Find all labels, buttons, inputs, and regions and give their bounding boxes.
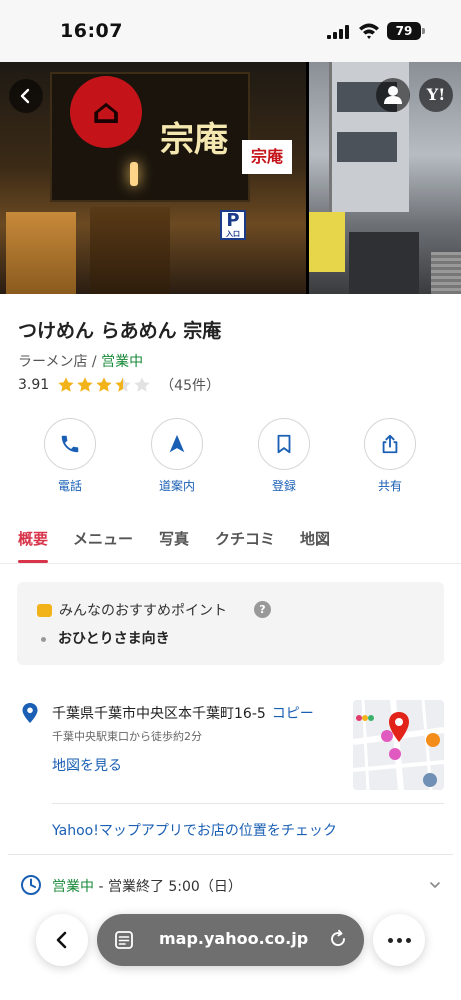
action-row: 電話 道案内 登録 共有 — [0, 418, 461, 498]
share-label: 共有 — [377, 479, 402, 493]
chevron-down-icon[interactable] — [428, 878, 442, 892]
tab-overview[interactable]: 概要 — [18, 528, 48, 549]
shop-category-line: ラーメン店 / 営業中 — [18, 351, 143, 371]
star-icon — [115, 377, 131, 392]
directions-label: 道案内 — [158, 479, 195, 493]
signboard-text: 宗庵 — [160, 120, 228, 160]
tab-photos[interactable]: 写真 — [159, 528, 189, 549]
copy-address-link[interactable]: コピー — [272, 706, 314, 722]
building-window — [337, 132, 397, 162]
directions-button[interactable] — [151, 418, 203, 470]
rating-stars — [57, 376, 152, 394]
rating-row[interactable]: 3.91 （45件） — [18, 375, 220, 395]
recommend-heading-row: みんなのおすすめポイント — [37, 600, 227, 620]
yellow-sign — [309, 212, 345, 272]
business-hours[interactable]: 営業中 - 営業終了 5:00（日） — [52, 876, 242, 896]
battery-tip — [422, 28, 425, 34]
app-promo-link[interactable]: Yahoo!マップアプリでお店の位置をチェック — [52, 820, 337, 840]
recommend-heading: みんなのおすすめポイント — [59, 603, 227, 619]
chevron-left-icon — [56, 931, 67, 949]
map-thumbnail — [353, 700, 444, 790]
wifi-icon — [359, 23, 379, 39]
mini-map[interactable] — [353, 700, 444, 790]
phone-icon — [61, 435, 79, 453]
yahoo-button[interactable]: Y! — [419, 78, 453, 112]
star-icon — [58, 377, 74, 392]
walking-distance: 千葉中央駅東口から徒歩約2分 — [52, 730, 202, 743]
dot-icon — [396, 937, 402, 943]
call-label: 電話 — [57, 479, 82, 493]
storefront-photo[interactable]: ⌂ 宗庵 宗庵 P 入口 — [0, 62, 306, 294]
rating-score: 3.91 — [18, 377, 50, 393]
battery-indicator: 79 — [387, 22, 421, 40]
directions-action[interactable]: 道案内 — [137, 418, 217, 494]
tab-reviews[interactable]: クチコミ — [215, 528, 275, 549]
clock-icon — [21, 875, 41, 895]
status-time: 16:07 — [60, 20, 123, 42]
address-bar[interactable]: map.yahoo.co.jp — [97, 914, 364, 966]
shop-door — [90, 207, 170, 294]
shop-category[interactable]: ラーメン店 — [18, 354, 87, 370]
chat-bubble-icon — [37, 603, 52, 617]
lamp — [130, 162, 138, 186]
tab-bar: 概要 メニュー 写真 クチコミ 地図 — [0, 522, 461, 564]
location-pin-icon — [22, 703, 38, 723]
call-action[interactable]: 電話 — [30, 418, 110, 494]
active-tab-indicator — [18, 560, 48, 563]
reload-icon[interactable] — [328, 929, 348, 949]
dot-icon — [405, 937, 411, 943]
address-line: 千葉県千葉市中央区本千葉町16-5 コピー — [52, 703, 314, 723]
share-icon — [382, 434, 398, 454]
recommend-box: みんなのおすすめポイント ? おひとりさま向き — [17, 582, 444, 665]
more-options-button[interactable] — [373, 914, 425, 966]
shop-window — [6, 212, 76, 294]
navigate-icon — [169, 434, 185, 453]
share-action[interactable]: 共有 — [350, 418, 430, 494]
bullet-icon — [41, 636, 46, 642]
hours-status: 営業中 — [52, 879, 94, 895]
divider — [8, 854, 453, 855]
signal-icon — [327, 25, 349, 39]
address-text: 千葉県千葉市中央区本千葉町16-5 — [52, 706, 266, 722]
status-bar: 16:07 79 — [0, 0, 461, 62]
recommend-item-text: おひとりさま向き — [58, 631, 170, 647]
save-label: 登録 — [271, 479, 296, 493]
star-icon — [134, 377, 150, 392]
shop-name: つけめん らあめん 宗庵 — [18, 320, 222, 342]
save-action[interactable]: 登録 — [244, 418, 324, 494]
parking-sub: 入口 — [226, 230, 240, 238]
page-menu-icon[interactable] — [114, 930, 134, 950]
divider — [52, 803, 444, 804]
lantern-sign: 宗庵 — [242, 140, 292, 174]
tab-map[interactable]: 地図 — [300, 528, 330, 549]
shop-entrance — [349, 232, 419, 294]
shop-logo: ⌂ — [70, 76, 142, 148]
back-button[interactable] — [9, 79, 43, 113]
hours-detail: - 営業終了 5:00（日） — [94, 879, 242, 895]
star-icon — [77, 377, 93, 392]
dot-icon — [387, 937, 393, 943]
browser-back-button[interactable] — [36, 914, 88, 966]
parking-sign: P 入口 — [220, 210, 246, 240]
tab-menu[interactable]: メニュー — [73, 528, 133, 549]
view-map-link[interactable]: 地図を見る — [52, 755, 122, 775]
account-button[interactable] — [376, 78, 410, 112]
url-text[interactable]: map.yahoo.co.jp — [159, 929, 308, 948]
category-separator: / — [87, 354, 102, 370]
review-count: （45件） — [160, 378, 220, 394]
help-icon[interactable]: ? — [254, 601, 271, 618]
share-button[interactable] — [364, 418, 416, 470]
shutter — [431, 252, 461, 294]
recommend-item: おひとりさま向き — [41, 628, 170, 648]
parking-letter: P — [226, 210, 240, 231]
call-button[interactable] — [44, 418, 96, 470]
bookmark-icon — [277, 434, 291, 454]
open-status: 営業中 — [101, 354, 144, 370]
save-button[interactable] — [258, 418, 310, 470]
chevron-left-icon — [20, 88, 30, 104]
user-icon — [384, 86, 402, 104]
star-icon — [96, 377, 112, 392]
